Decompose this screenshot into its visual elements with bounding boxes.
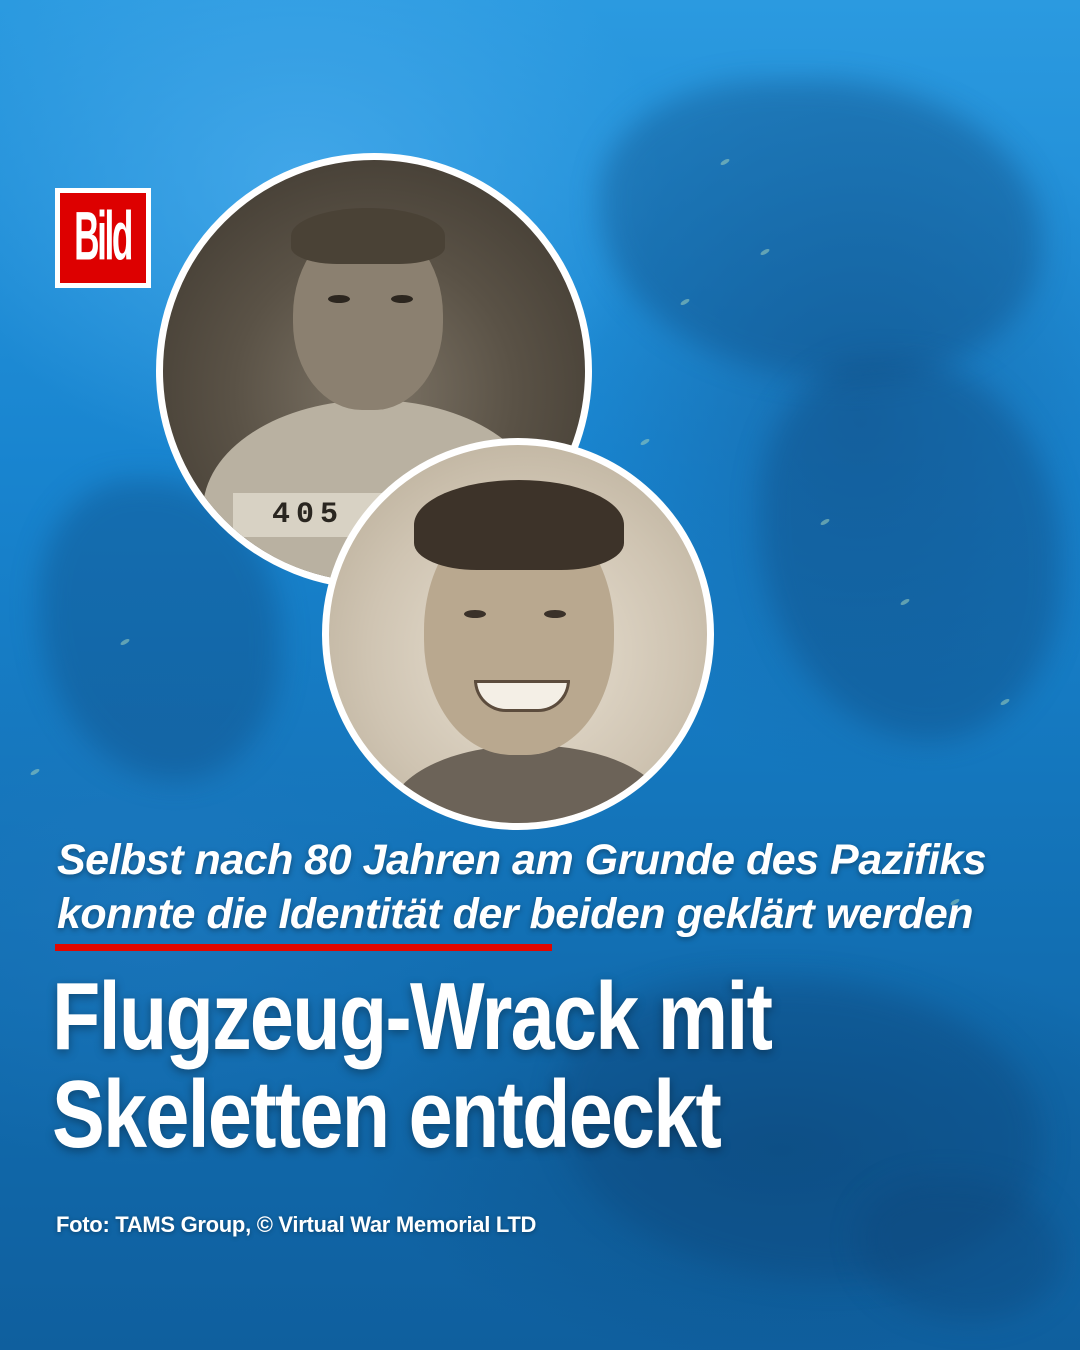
bild-logo-text: Bild [74,199,134,276]
subtitle-line-1: Selbst nach 80 Jahren am Grunde des Pazi… [57,836,987,884]
headline-line-1: Flugzeug-Wrack mit [52,963,773,1070]
subtitle-line-2: konnte die Identität der beiden geklärt … [57,890,974,938]
accent-divider [55,944,552,951]
bild-logo-box: Bild [60,193,146,283]
photo-credit: Foto: TAMS Group, © Virtual War Memorial… [56,1212,537,1237]
headline-line-2: Skeletten entdeckt [52,1061,722,1168]
portrait-young-man [322,438,714,830]
bild-logo: Bild [55,188,151,288]
subtitle: Selbst nach 80 Jahren am Grunde des Pazi… [57,833,1057,941]
headline: Flugzeug-Wrack mit Skeletten entdeckt [52,968,921,1164]
